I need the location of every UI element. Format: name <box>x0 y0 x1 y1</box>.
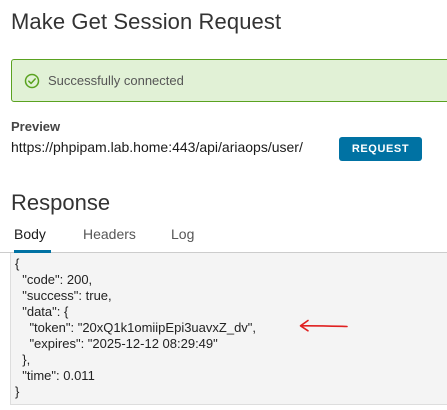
code-line: "code": 200, <box>15 272 93 287</box>
alert-message: Successfully connected <box>48 73 184 88</box>
success-alert: Successfully connected <box>11 59 447 102</box>
red-arrow-icon <box>298 318 350 334</box>
code-line: "data": { <box>15 304 69 319</box>
tab-headers[interactable]: Headers <box>83 226 136 253</box>
tab-body[interactable]: Body <box>14 226 51 253</box>
response-title: Response <box>11 190 111 215</box>
code-line: "token": "20xQ1k1omiipEpi3uavxZ_dv", <box>15 320 257 335</box>
code-line: } <box>15 384 20 399</box>
check-circle-icon <box>24 73 40 89</box>
page-title: Make Get Session Request <box>11 9 282 34</box>
response-body[interactable]: { "code": 200, "success": true, "data": … <box>10 253 447 405</box>
preview-label: Preview <box>11 119 61 134</box>
response-tabs: Body Headers Log <box>0 220 447 253</box>
code-line: "success": true, <box>15 288 112 303</box>
code-line: { <box>15 256 20 271</box>
tab-log[interactable]: Log <box>171 226 194 253</box>
request-button[interactable]: REQUEST <box>339 137 422 161</box>
preview-url: https://phpipam.lab.home:443/api/ariaops… <box>11 139 303 155</box>
code-line: }, <box>15 352 31 367</box>
code-line: "time": 0.011 <box>15 368 95 383</box>
code-line: "expires": "2025-12-12 08:29:49" <box>15 336 218 351</box>
